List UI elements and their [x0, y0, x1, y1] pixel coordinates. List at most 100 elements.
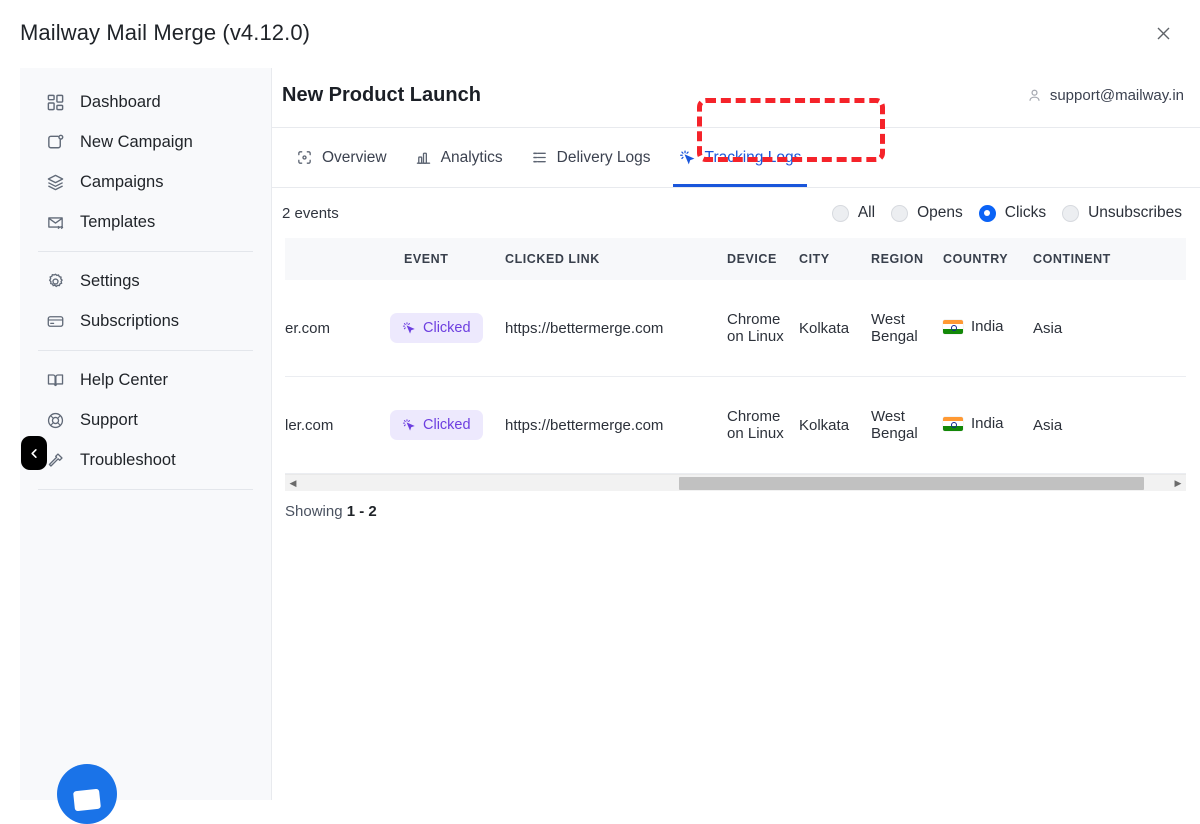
sidebar-item-support[interactable]: Support: [30, 400, 261, 440]
radio-unsubscribes[interactable]: Unsubscribes: [1058, 202, 1186, 224]
cell-email: ler.com: [285, 417, 390, 434]
column-header-continent: CONTINENT: [1033, 252, 1128, 266]
sidebar-item-troubleshoot[interactable]: Troubleshoot: [30, 440, 261, 480]
table-row[interactable]: er.com Clicked https://bettermerge.com C…: [285, 280, 1186, 377]
sidebar-item-label: Subscriptions: [80, 312, 179, 331]
horizontal-scrollbar[interactable]: ◀ ▶: [285, 474, 1186, 491]
tab-delivery-logs[interactable]: Delivery Logs: [517, 129, 665, 187]
account-menu[interactable]: support@mailway.in: [1027, 87, 1184, 104]
radio-label: Unsubscribes: [1088, 204, 1182, 222]
bar-chart-icon: [415, 149, 432, 166]
table-row[interactable]: ler.com Clicked https://bettermerge.com …: [285, 377, 1186, 474]
mail-code-icon: [44, 211, 66, 233]
status-badge-clicked[interactable]: Clicked: [390, 410, 483, 440]
events-count: 2 events: [282, 205, 339, 222]
app-title: Mailway Mail Merge (v4.12.0): [20, 20, 310, 46]
cell-city: Kolkata: [799, 320, 871, 337]
window-titlebar: Mailway Mail Merge (v4.12.0): [0, 0, 1200, 68]
cell-continent: Asia: [1033, 320, 1128, 337]
sidebar-divider: [38, 251, 253, 252]
sidebar-item-settings[interactable]: Settings: [30, 261, 261, 301]
sidebar-item-label: New Campaign: [80, 133, 193, 152]
column-header-region: REGION: [871, 252, 943, 266]
scan-circle-icon: [296, 149, 313, 166]
tracking-logs-table: EVENT CLICKED LINK DEVICE CITY REGION CO…: [272, 238, 1200, 474]
column-header-device: DEVICE: [727, 252, 799, 266]
sidebar-collapse-toggle[interactable]: [21, 436, 47, 470]
scrollbar-thumb[interactable]: [679, 477, 1144, 490]
india-flag-icon: [943, 320, 963, 334]
plus-square-icon: [44, 131, 66, 153]
sidebar: Dashboard New Campaign Campaigns: [20, 68, 272, 800]
column-header-link: CLICKED LINK: [505, 252, 727, 266]
chat-bubble-glyph: [73, 789, 101, 812]
tab-overview[interactable]: Overview: [282, 129, 401, 187]
radio-all[interactable]: All: [828, 202, 879, 224]
tab-label: Analytics: [441, 149, 503, 167]
sidebar-item-dashboard[interactable]: Dashboard: [30, 82, 261, 122]
click-icon: [679, 149, 696, 166]
sidebar-item-new-campaign[interactable]: New Campaign: [30, 122, 261, 162]
column-header-event: EVENT: [390, 252, 505, 266]
filter-bar: 2 events All Opens Clicks Unsubscribes: [272, 188, 1200, 238]
cell-country: India: [943, 415, 1033, 435]
close-icon[interactable]: [1150, 20, 1176, 46]
tab-label: Delivery Logs: [557, 149, 651, 167]
chat-bubble-icon[interactable]: [57, 764, 117, 824]
cell-region: West Bengal: [871, 311, 943, 345]
cell-country: India: [943, 318, 1033, 338]
scroll-right-arrow-icon[interactable]: ▶: [1170, 475, 1186, 492]
sidebar-item-label: Templates: [80, 213, 155, 232]
radio-label: Opens: [917, 204, 963, 222]
column-header-city: CITY: [799, 252, 871, 266]
india-flag-icon: [943, 417, 963, 431]
radio-opens[interactable]: Opens: [887, 202, 967, 224]
sidebar-item-help-center[interactable]: Help Center: [30, 360, 261, 400]
status-badge-label: Clicked: [423, 320, 471, 336]
column-header-country: COUNTRY: [943, 252, 1033, 266]
showing-label: Showing: [285, 503, 343, 520]
sidebar-top-spacer: [20, 68, 271, 82]
main-header: New Product Launch support@mailway.in: [272, 68, 1200, 128]
tab-tracking-logs[interactable]: Tracking Logs: [665, 129, 816, 187]
sidebar-item-templates[interactable]: Templates: [30, 202, 261, 242]
cell-device: Chrome on Linux: [727, 311, 799, 345]
tab-label: Overview: [322, 149, 387, 167]
main-content: New Product Launch support@mailway.in Ov…: [272, 68, 1200, 800]
layers-icon: [44, 171, 66, 193]
pagination-summary: Showing 1 - 2: [285, 503, 1200, 520]
click-icon: [402, 321, 416, 335]
hammer-icon: [44, 449, 66, 471]
cell-clicked-link[interactable]: https://bettermerge.com: [505, 417, 727, 434]
sidebar-item-campaigns[interactable]: Campaigns: [30, 162, 261, 202]
scroll-left-arrow-icon[interactable]: ◀: [285, 475, 301, 492]
cell-device: Chrome on Linux: [727, 408, 799, 442]
tab-analytics[interactable]: Analytics: [401, 129, 517, 187]
sidebar-item-label: Support: [80, 411, 138, 430]
cell-clicked-link[interactable]: https://bettermerge.com: [505, 320, 727, 337]
radio-clicks[interactable]: Clicks: [975, 202, 1050, 224]
click-icon: [402, 418, 416, 432]
user-icon: [1027, 88, 1042, 103]
cell-country-label: India: [971, 415, 1004, 432]
radio-dot-selected: [979, 205, 996, 222]
scrollbar-track[interactable]: [301, 477, 1170, 490]
sidebar-item-subscriptions[interactable]: Subscriptions: [30, 301, 261, 341]
cell-region: West Bengal: [871, 408, 943, 442]
event-type-radio-group: All Opens Clicks Unsubscribes: [828, 202, 1186, 224]
status-badge-label: Clicked: [423, 417, 471, 433]
sidebar-divider: [38, 350, 253, 351]
grid-icon: [44, 91, 66, 113]
tab-label: Tracking Logs: [705, 149, 802, 167]
chevron-left-icon: [29, 448, 40, 459]
table-header-row: EVENT CLICKED LINK DEVICE CITY REGION CO…: [285, 238, 1186, 280]
lifebuoy-icon: [44, 409, 66, 431]
cell-event: Clicked: [390, 313, 505, 343]
book-icon: [44, 369, 66, 391]
radio-label: All: [858, 204, 875, 222]
sidebar-item-label: Help Center: [80, 371, 168, 390]
cell-city: Kolkata: [799, 417, 871, 434]
status-badge-clicked[interactable]: Clicked: [390, 313, 483, 343]
radio-dot: [1062, 205, 1079, 222]
tab-bar: Overview Analytics Delivery Logs: [272, 128, 1200, 188]
